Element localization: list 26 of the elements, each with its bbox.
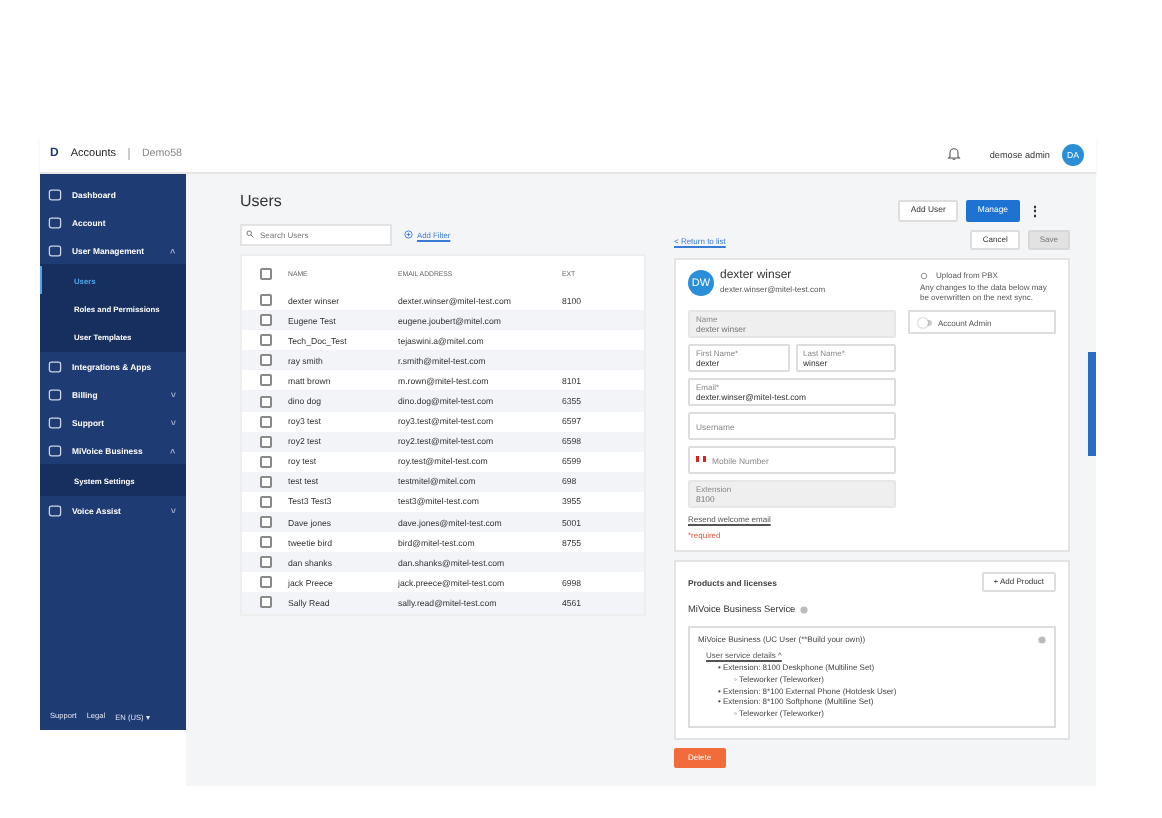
menu-item-icon	[48, 503, 62, 517]
row-checkbox[interactable]	[260, 455, 272, 468]
row-checkbox[interactable]	[260, 475, 272, 488]
row-checkbox[interactable]	[260, 415, 272, 428]
row-checkbox[interactable]	[260, 556, 272, 569]
row-checkbox[interactable]	[260, 374, 272, 387]
toggle-switch[interactable]	[918, 319, 932, 325]
row-checkbox[interactable]	[260, 395, 272, 408]
row-checkbox[interactable]	[260, 435, 272, 448]
search-icon	[246, 230, 254, 238]
row-checkbox[interactable]	[260, 354, 272, 367]
select-all-checkbox[interactable]	[260, 267, 272, 279]
flag-icon[interactable]	[696, 456, 706, 462]
row-checkbox[interactable]	[260, 294, 272, 307]
row-checkbox[interactable]	[260, 334, 272, 347]
info-icon[interactable]	[799, 605, 808, 613]
row-checkbox[interactable]	[260, 576, 272, 589]
page-title: Users	[240, 192, 284, 210]
bell-icon[interactable]	[945, 146, 962, 162]
row-checkbox[interactable]	[260, 314, 272, 327]
add-circle-icon[interactable]	[404, 230, 413, 240]
row-checkbox[interactable]	[260, 596, 272, 609]
row-checkbox[interactable]	[260, 495, 272, 508]
row-checkbox[interactable]	[260, 516, 272, 529]
info-icon[interactable]	[1038, 635, 1046, 643]
row-checkbox[interactable]	[260, 536, 272, 549]
